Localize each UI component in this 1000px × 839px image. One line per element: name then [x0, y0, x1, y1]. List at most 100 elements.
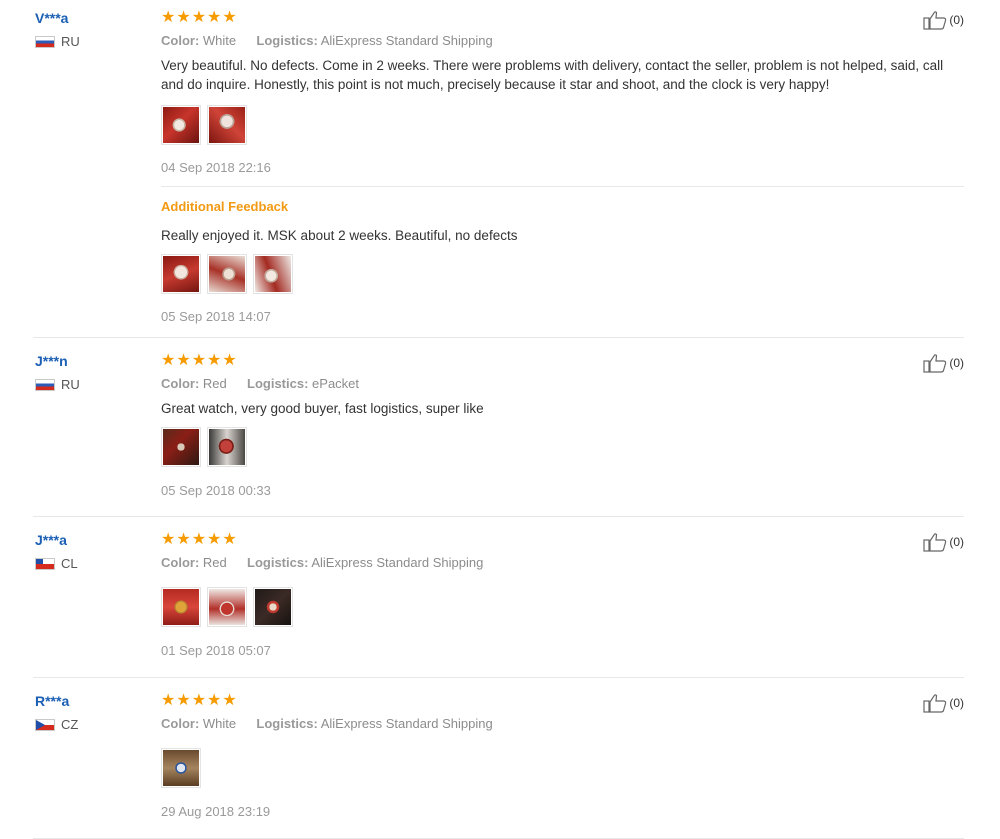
review-date: 05 Sep 2018 00:33: [161, 483, 271, 498]
helpful-count: (0): [949, 356, 964, 370]
additional-feedback-heading: Additional Feedback: [161, 199, 289, 214]
color-value: White: [202, 33, 237, 48]
helpful-button[interactable]: (0): [923, 532, 964, 552]
review-item: V***a RU ★ ★ ★ ★ ★ Color: White Logistic…: [33, 10, 964, 338]
star-icon: ★: [176, 531, 191, 548]
review-photo-thumbnail[interactable]: [253, 254, 293, 294]
review-item: R***a CZ ★ ★ ★ ★ ★ Color: White Logistic…: [33, 693, 964, 839]
color-value: White: [202, 716, 237, 731]
review-photo-thumbnail[interactable]: [161, 427, 201, 467]
country-code: RU: [61, 34, 80, 49]
thumbs-up-icon: [923, 694, 947, 713]
helpful-button[interactable]: (0): [923, 693, 964, 713]
review-photos: [161, 105, 964, 145]
star-rating: ★ ★ ★ ★ ★: [161, 10, 964, 26]
review-photo-thumbnail[interactable]: [161, 254, 201, 294]
reviewer-name[interactable]: V***a: [35, 10, 155, 26]
country-code: RU: [61, 377, 80, 392]
review-date: 01 Sep 2018 05:07: [161, 643, 271, 658]
divider: [161, 186, 964, 187]
review-text: Very beautiful. No defects. Come in 2 we…: [161, 58, 944, 92]
russia-flag-icon: [35, 35, 55, 48]
star-icon: ★: [161, 531, 176, 548]
logistics-label: Logistics:: [256, 716, 318, 731]
star-icon: ★: [161, 692, 176, 709]
helpful-button[interactable]: (0): [923, 353, 964, 373]
reviewer-name[interactable]: J***n: [35, 353, 155, 369]
review-photo-thumbnail[interactable]: [207, 105, 247, 145]
review-photos: [161, 587, 964, 627]
review-date: 04 Sep 2018 22:16: [161, 160, 271, 175]
star-icon: ★: [191, 9, 207, 26]
logistics-value: AliExpress Standard Shipping: [311, 555, 484, 570]
star-icon: ★: [207, 692, 222, 709]
thumbs-up-icon: [923, 11, 947, 30]
reviewer-country: CZ: [35, 717, 155, 732]
review-item: J***n RU ★ ★ ★ ★ ★ Color: Red Logistics:…: [33, 353, 964, 517]
logistics-label: Logistics:: [247, 555, 309, 570]
logistics-label: Logistics:: [247, 376, 309, 391]
helpful-button[interactable]: (0): [923, 10, 964, 30]
star-icon: ★: [222, 9, 237, 26]
color-label: Color:: [161, 555, 200, 570]
reviewer-info: J***n RU: [35, 353, 155, 392]
star-icon: ★: [207, 352, 222, 369]
star-icon: ★: [207, 9, 222, 26]
star-icon: ★: [191, 692, 207, 709]
color-value: Red: [202, 376, 227, 391]
review-photo-thumbnail[interactable]: [161, 748, 201, 788]
thumbs-up-icon: [923, 354, 947, 373]
review-photo-thumbnail[interactable]: [207, 587, 247, 627]
reviewer-name[interactable]: J***a: [35, 532, 155, 548]
star-icon: ★: [176, 692, 191, 709]
additional-feedback-date: 05 Sep 2018 14:07: [161, 309, 271, 324]
star-rating: ★ ★ ★ ★ ★: [161, 353, 964, 369]
review-item: J***a CL ★ ★ ★ ★ ★ Color: Red Logistics:…: [33, 532, 964, 678]
logistics-value: ePacket: [312, 376, 360, 391]
star-icon: ★: [207, 531, 222, 548]
color-label: Color:: [161, 376, 200, 391]
review-photo-thumbnail[interactable]: [207, 254, 247, 294]
country-code: CL: [61, 556, 78, 571]
review-photo-thumbnail[interactable]: [207, 427, 247, 467]
order-info: Color: White Logistics: AliExpress Stand…: [161, 32, 964, 50]
russia-flag-icon: [35, 378, 55, 391]
review-text: Great watch, very good buyer, fast logis…: [161, 401, 484, 416]
reviews-page: V***a RU ★ ★ ★ ★ ★ Color: White Logistic…: [0, 0, 1000, 839]
star-rating: ★ ★ ★ ★ ★: [161, 693, 964, 709]
star-icon: ★: [176, 9, 191, 26]
czech-flag-icon: [35, 718, 55, 731]
logistics-value: AliExpress Standard Shipping: [320, 33, 493, 48]
star-icon: ★: [176, 352, 191, 369]
chile-flag-icon: [35, 557, 55, 570]
review-content: ★ ★ ★ ★ ★ Color: White Logistics: AliExp…: [161, 10, 964, 325]
reviewer-name[interactable]: R***a: [35, 693, 155, 709]
review-content: ★ ★ ★ ★ ★ Color: Red Logistics: AliExpre…: [161, 532, 964, 659]
helpful-count: (0): [949, 535, 964, 549]
star-icon: ★: [191, 352, 207, 369]
order-info: Color: Red Logistics: ePacket: [161, 375, 964, 393]
country-code: CZ: [61, 717, 79, 732]
color-label: Color:: [161, 33, 200, 48]
logistics-label: Logistics:: [256, 33, 318, 48]
star-icon: ★: [222, 531, 237, 548]
star-icon: ★: [222, 352, 237, 369]
reviewer-country: CL: [35, 556, 155, 571]
star-icon: ★: [161, 9, 176, 26]
review-photos: [161, 748, 964, 788]
helpful-count: (0): [949, 13, 964, 27]
review-photo-thumbnail[interactable]: [253, 587, 293, 627]
order-info: Color: White Logistics: AliExpress Stand…: [161, 715, 964, 733]
thumbs-up-icon: [923, 533, 947, 552]
star-icon: ★: [222, 692, 237, 709]
order-info: Color: Red Logistics: AliExpress Standar…: [161, 554, 964, 572]
star-icon: ★: [161, 352, 176, 369]
reviewer-country: RU: [35, 377, 155, 392]
reviewer-info: V***a RU: [35, 10, 155, 49]
star-icon: ★: [191, 531, 207, 548]
color-value: Red: [202, 555, 227, 570]
review-photo-thumbnail[interactable]: [161, 105, 201, 145]
review-content: ★ ★ ★ ★ ★ Color: Red Logistics: ePacket …: [161, 353, 964, 499]
helpful-count: (0): [949, 696, 964, 710]
review-photo-thumbnail[interactable]: [161, 587, 201, 627]
